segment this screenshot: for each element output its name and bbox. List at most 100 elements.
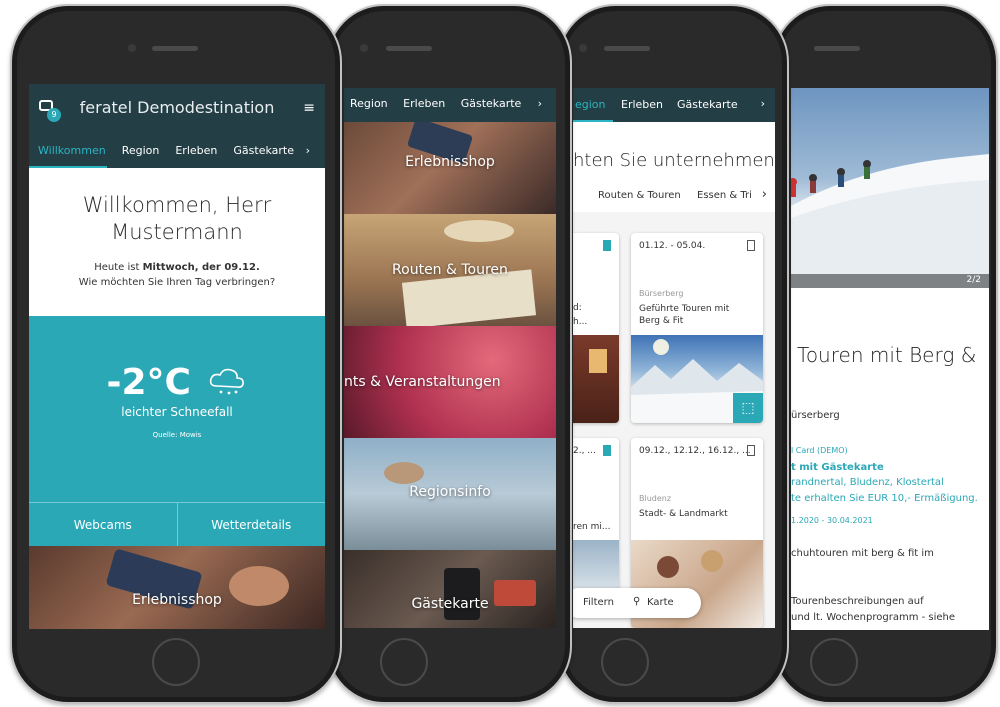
tile-label: Regionsinfo bbox=[409, 484, 491, 500]
card-date: 09.12., 12.12., 16.12., ... bbox=[639, 446, 751, 456]
wetterdetails-button[interactable]: Wetterdetails bbox=[176, 503, 326, 547]
weather-card[interactable]: -2°C leichter Schneefall Quelle: Mowis bbox=[29, 316, 325, 502]
header-area: hten Sie unternehmen? Routen & Touren Es… bbox=[573, 122, 775, 212]
validity: 1.2020 - 30.04.2021 bbox=[791, 516, 873, 525]
card-name: Stadt- & Landmarkt bbox=[639, 509, 728, 519]
experiences-screen: egion Erleben Gästekarte › hten Sie unte… bbox=[573, 88, 775, 628]
temperature: -2°C bbox=[106, 362, 191, 403]
chevron-right-icon[interactable]: › bbox=[538, 97, 542, 110]
tab-region[interactable]: Region bbox=[122, 144, 160, 157]
person-graphic bbox=[384, 462, 424, 484]
phone-1: 9 feratel Demodestination ≡ Willkommen Re… bbox=[10, 4, 342, 704]
event-card-partial-1[interactable]: d: h... bbox=[573, 233, 619, 423]
chevron-right-icon[interactable]: › bbox=[762, 187, 767, 202]
home-button[interactable] bbox=[380, 638, 428, 686]
tab-gaestekarte[interactable]: Gästekarte bbox=[461, 97, 522, 110]
bookmark-filled-icon[interactable] bbox=[603, 445, 611, 456]
tab-region[interactable]: egion bbox=[575, 98, 606, 111]
chevron-right-icon[interactable]: › bbox=[306, 144, 310, 157]
home-button[interactable] bbox=[810, 638, 858, 686]
bookmark-filled-icon[interactable] bbox=[603, 240, 611, 251]
ticket-icon: ⬚ bbox=[741, 400, 755, 416]
tab-region[interactable]: Region bbox=[350, 97, 388, 110]
snow-slope-graphic bbox=[791, 154, 989, 288]
ticket-badge: ⬚ bbox=[733, 393, 763, 423]
tab-bar: Region Erleben Gästekarte › bbox=[344, 88, 556, 122]
chevron-right-icon[interactable]: › bbox=[761, 97, 765, 110]
tab-bar: Willkommen Region Erleben Gästekarte › bbox=[29, 134, 325, 168]
tab-erleben[interactable]: Erleben bbox=[621, 98, 663, 111]
ski-touring-photo[interactable]: 2/2 bbox=[791, 88, 989, 288]
tab-erleben[interactable]: Erleben bbox=[175, 144, 217, 157]
card-name: ren mi... bbox=[573, 522, 611, 532]
description-line-2: Tourenbeschreibungen auf bbox=[791, 596, 924, 607]
card-place: Bludenz bbox=[639, 494, 672, 503]
weather-condition: leichter Schneefall bbox=[121, 405, 233, 419]
map-button[interactable]: Karte bbox=[647, 597, 674, 608]
home-button[interactable] bbox=[601, 638, 649, 686]
section-heading: hten Sie unternehmen? bbox=[573, 150, 775, 171]
card-photo-mountains: ⬚ bbox=[631, 335, 763, 423]
day-question: Wie möchten Sie Ihren Tag verbringen? bbox=[78, 277, 276, 288]
erlebnisshop-tile[interactable]: Erlebnisshop bbox=[29, 546, 325, 629]
tile-gaestekarte[interactable]: Gästekarte bbox=[344, 550, 556, 628]
tile-regionsinfo[interactable]: Regionsinfo bbox=[344, 438, 556, 550]
welcome-screen: 9 feratel Demodestination ≡ Willkommen Re… bbox=[29, 84, 325, 629]
tile-label: Gästekarte bbox=[411, 596, 489, 612]
card-name-line-2: Berg & Fit bbox=[639, 316, 684, 326]
tab-gaestekarte[interactable]: Gästekarte bbox=[677, 98, 738, 111]
speaker bbox=[604, 46, 650, 51]
category-routen[interactable]: Routen & Touren bbox=[598, 190, 681, 201]
welcome-section: Willkommen, Herr Mustermann Heute ist Mit… bbox=[29, 168, 325, 316]
tile-label: Routen & Touren bbox=[392, 262, 508, 278]
card-place: Bürserberg bbox=[639, 289, 684, 298]
tile-routen-touren[interactable]: Routen & Touren bbox=[344, 214, 556, 326]
map-pin-icon: ⚲ bbox=[633, 596, 641, 607]
home-button[interactable] bbox=[152, 638, 200, 686]
category-tabs: Routen & Touren Essen & Tri › bbox=[573, 186, 775, 212]
card-date: 2., ... bbox=[573, 446, 596, 456]
event-card-tours[interactable]: 01.12. - 05.04. Bürserberg Geführte Tour… bbox=[631, 233, 763, 423]
camera bbox=[579, 44, 587, 52]
benefit-regions: randnertal, Bludenz, Klostertal bbox=[791, 477, 944, 488]
tile-veranstaltungen[interactable]: nts & Veranstaltungen bbox=[344, 326, 556, 438]
filter-button[interactable]: Filtern bbox=[583, 597, 614, 608]
category-essen[interactable]: Essen & Tri bbox=[697, 190, 752, 201]
greeting-line-1: Willkommen, Herr bbox=[82, 193, 272, 217]
card-date: 01.12. - 05.04. bbox=[639, 241, 706, 251]
card-photo-building bbox=[573, 335, 619, 423]
tile-label: nts & Veranstaltungen bbox=[344, 374, 501, 390]
tab-gaestekarte[interactable]: Gästekarte bbox=[233, 144, 294, 157]
bookmark-icon[interactable] bbox=[747, 240, 755, 251]
webcams-button[interactable]: Webcams bbox=[29, 503, 177, 547]
tour-title: Touren mit Berg & bbox=[797, 343, 977, 367]
tour-detail-screen: 2/2 Touren mit Berg & ürserberg l Card (… bbox=[791, 88, 989, 630]
tile-label: Erlebnisshop bbox=[405, 154, 495, 170]
tour-place: ürserberg bbox=[791, 410, 840, 421]
speaker bbox=[386, 46, 432, 51]
app-title: feratel Demodestination bbox=[79, 98, 275, 117]
tile-erlebnisshop[interactable]: Erlebnisshop bbox=[344, 122, 556, 214]
filter-map-pill: Filtern ⚲ Karte bbox=[573, 588, 701, 618]
tab-willkommen[interactable]: Willkommen bbox=[38, 144, 106, 157]
greeting-line-2: Mustermann bbox=[111, 220, 243, 244]
app-header: 9 feratel Demodestination ≡ bbox=[29, 84, 325, 134]
weather-source: Quelle: Mowis bbox=[152, 431, 202, 439]
phone-3: egion Erleben Gästekarte › hten Sie unte… bbox=[557, 4, 789, 704]
menu-search-icon[interactable]: ≡ bbox=[303, 100, 315, 116]
bookmark-icon[interactable] bbox=[747, 445, 755, 456]
camera bbox=[360, 44, 368, 52]
phone-4: 2/2 Touren mit Berg & ürserberg l Card (… bbox=[772, 4, 998, 704]
image-counter: 2/2 bbox=[966, 275, 981, 285]
event-card-partial-2[interactable]: 2., ... ren mi... bbox=[573, 438, 619, 608]
camera bbox=[128, 44, 136, 52]
description-line-1: chuhtouren mit berg & fit im bbox=[791, 548, 934, 559]
region-menu-screen: Region Erleben Gästekarte › Erlebnisshop… bbox=[344, 88, 556, 628]
tile-label: Erlebnisshop bbox=[132, 592, 222, 608]
card-text: h... bbox=[573, 317, 588, 327]
speaker bbox=[814, 46, 860, 51]
phone-graphic bbox=[444, 568, 480, 620]
benefit-discount: te erhalten Sie EUR 10,- Ermäßigung. bbox=[791, 493, 978, 504]
tab-erleben[interactable]: Erleben bbox=[403, 97, 445, 110]
card-name-line-1: Geführte Touren mit bbox=[639, 304, 730, 314]
